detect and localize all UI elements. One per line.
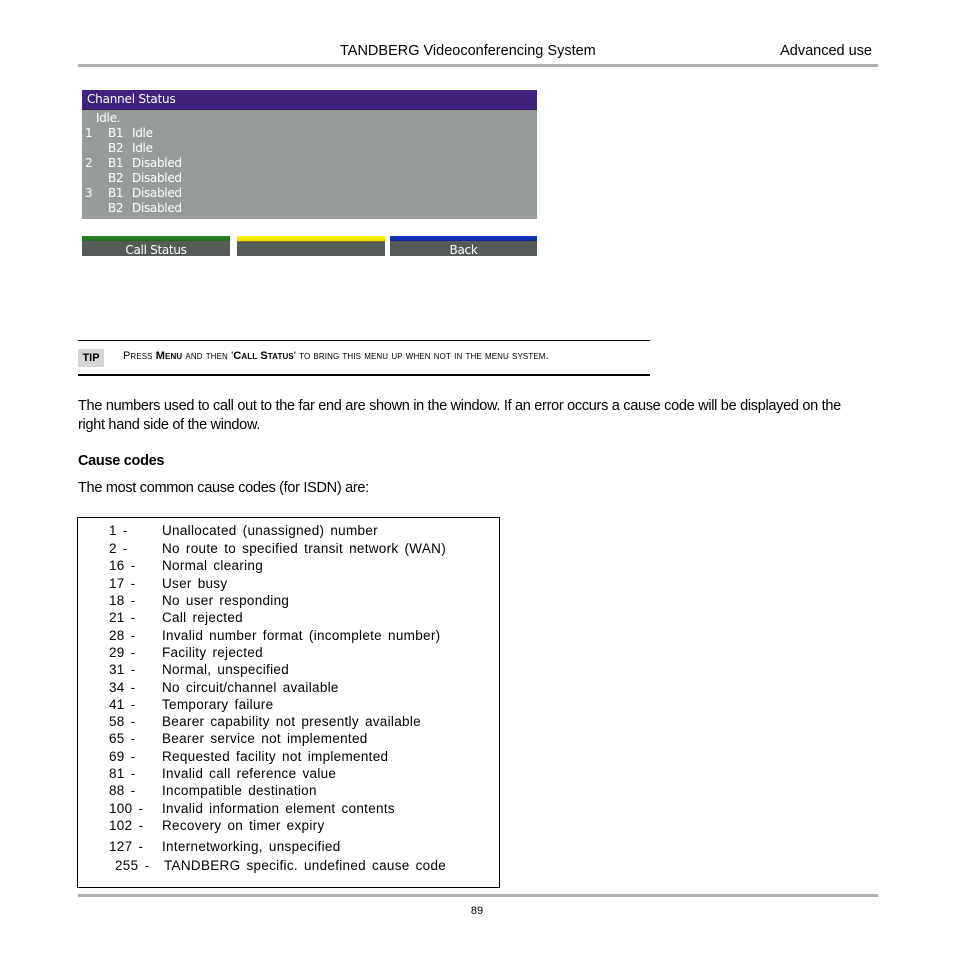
cause-code-description: Unallocated (unassigned) number bbox=[162, 523, 378, 538]
cause-code-description: Invalid call reference value bbox=[162, 766, 337, 781]
channel-state: Idle bbox=[132, 141, 153, 155]
call-status-name: Call Status bbox=[233, 350, 294, 362]
tip-text: Press Menu and then 'Call Status' to bri… bbox=[123, 350, 549, 362]
channel-row: B2 Disabled bbox=[82, 201, 537, 216]
cause-code-description: TANDBERG specific. undefined cause code bbox=[164, 858, 447, 873]
cause-code-description: Invalid number format (incomplete number… bbox=[162, 628, 441, 643]
cause-code-number: 100 - bbox=[109, 801, 144, 816]
cause-code-number: 58 - bbox=[109, 714, 136, 729]
channel-state: Disabled bbox=[132, 171, 182, 185]
cause-code-number: 65 - bbox=[109, 731, 136, 746]
cause-code-number: 28 - bbox=[109, 628, 136, 643]
cause-code-description: Internetworking, unspecified bbox=[162, 839, 341, 854]
cause-codes-table: 1 - Unallocated (unassigned) number 2 - No … bbox=[77, 517, 500, 888]
cause-code-number: 2 - bbox=[109, 541, 128, 556]
menu-key-name: Menu bbox=[155, 350, 183, 362]
status-line: Idle. bbox=[82, 111, 537, 126]
section-heading: Cause codes bbox=[78, 453, 165, 469]
cause-code-description: No user responding bbox=[162, 593, 290, 608]
cause-code-number: 1 - bbox=[109, 523, 128, 538]
channel-status-screen: Channel Status Idle. 1 B1 Idle B2 Idle 2… bbox=[82, 90, 537, 219]
tip-bottom-rule bbox=[78, 374, 650, 376]
port-number: 2 bbox=[85, 156, 93, 170]
cause-code-description: Invalid information element contents bbox=[162, 801, 395, 816]
channel-id: B1 bbox=[108, 186, 124, 200]
port-number: 1 bbox=[85, 126, 93, 140]
cause-code-description: Recovery on timer expiry bbox=[162, 818, 325, 833]
tip-top-rule bbox=[78, 340, 650, 341]
cause-code-number: 88 - bbox=[109, 783, 136, 798]
channel-row: 3 B1 Disabled bbox=[82, 186, 537, 201]
channel-state: Idle bbox=[132, 126, 153, 140]
cause-code-number: 69 - bbox=[109, 749, 136, 764]
channel-row: B2 Idle bbox=[82, 141, 537, 156]
footer-divider bbox=[78, 894, 878, 897]
call-status-softkey[interactable]: Call Status bbox=[82, 236, 230, 256]
port-number bbox=[82, 201, 108, 216]
cause-code-number: 21 - bbox=[109, 610, 136, 625]
port-number bbox=[82, 141, 108, 156]
channel-id: B1 bbox=[108, 156, 124, 170]
body-paragraph: The numbers used to call out to the far … bbox=[78, 398, 841, 433]
cause-code-number: 34 - bbox=[109, 680, 136, 695]
cause-code-description: No route to specified transit network (W… bbox=[162, 541, 446, 556]
screen-body: Idle. 1 B1 Idle B2 Idle 2 B1 Disabled B2… bbox=[82, 110, 537, 216]
cause-code-number: 31 - bbox=[109, 662, 136, 677]
channel-row: B2 Disabled bbox=[82, 171, 537, 186]
intro-text: The most common cause codes (for ISDN) a… bbox=[78, 480, 369, 496]
yellow-softkey[interactable] bbox=[237, 236, 385, 256]
cause-code-description: No circuit/channel available bbox=[162, 680, 339, 695]
channel-state: Disabled bbox=[132, 186, 182, 200]
channel-row: 2 B1 Disabled bbox=[82, 156, 537, 171]
port-number: 3 bbox=[85, 186, 93, 200]
cause-code-description: Normal clearing bbox=[162, 558, 264, 573]
cause-code-description: Bearer service not implemented bbox=[162, 731, 368, 746]
cause-code-number: 41 - bbox=[109, 697, 136, 712]
cause-code-description: Temporary failure bbox=[162, 697, 274, 712]
cause-code-description: Normal, unspecified bbox=[162, 662, 290, 677]
softkey-label bbox=[237, 236, 385, 237]
channel-state: Disabled bbox=[132, 156, 182, 170]
cause-code-number: 81 - bbox=[109, 766, 136, 781]
section-name: Advanced use bbox=[780, 43, 872, 59]
cause-code-description: Call rejected bbox=[162, 610, 243, 625]
screen-title: Channel Status bbox=[82, 90, 537, 110]
channel-id: B2 bbox=[108, 141, 124, 155]
softkey-label: Back bbox=[449, 243, 478, 256]
cause-code-number: 16 - bbox=[109, 558, 136, 573]
back-softkey[interactable]: Back bbox=[390, 236, 537, 256]
cause-code-number: 127 - bbox=[109, 839, 144, 854]
cause-code-description: Facility rejected bbox=[162, 645, 263, 660]
cause-code-description: User busy bbox=[162, 576, 228, 591]
channel-state: Disabled bbox=[132, 201, 182, 215]
cause-code-number: 255 - bbox=[115, 858, 150, 873]
page-number: 89 bbox=[470, 905, 484, 917]
channel-id: B2 bbox=[108, 201, 124, 215]
channel-row: 1 B1 Idle bbox=[82, 126, 537, 141]
document-title: TANDBERG Videoconferencing System bbox=[340, 43, 596, 59]
cause-code-description: Bearer capability not presently availabl… bbox=[162, 714, 421, 729]
softkey-label: Call Status bbox=[125, 243, 187, 256]
cause-code-number: 18 - bbox=[109, 593, 136, 608]
cause-code-number: 17 - bbox=[109, 576, 136, 591]
cause-code-number: 102 - bbox=[109, 818, 144, 833]
channel-id: B2 bbox=[108, 171, 124, 185]
cause-code-number: 29 - bbox=[109, 645, 136, 660]
port-number bbox=[82, 171, 108, 186]
channel-id: B1 bbox=[108, 126, 124, 140]
tip-badge: TIP bbox=[78, 349, 104, 367]
status-text: Idle. bbox=[96, 111, 121, 125]
header-divider bbox=[78, 64, 878, 67]
cause-code-description: Incompatible destination bbox=[162, 783, 317, 798]
cause-code-description: Requested facility not implemented bbox=[162, 749, 389, 764]
